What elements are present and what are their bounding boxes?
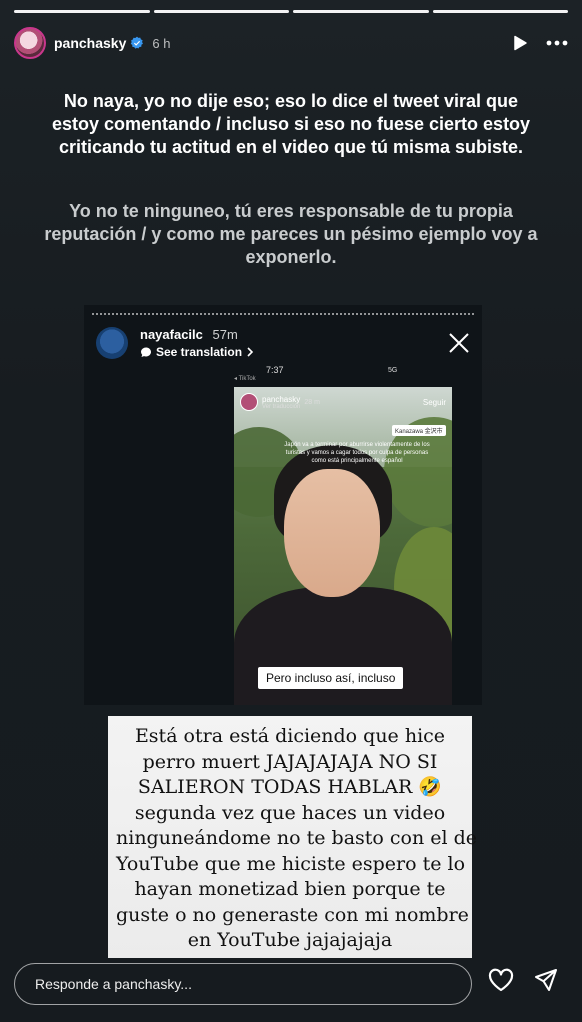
heart-icon[interactable] xyxy=(488,968,514,992)
inner-caption: Japón va a terminar por aburrirse violen… xyxy=(284,442,430,464)
quoted-line: SALIERON TODAS HABLAR 🤣 xyxy=(137,776,443,798)
inner-username: panchasky xyxy=(262,394,301,404)
translate-bubble-icon xyxy=(140,347,151,357)
story-secondary-text: Yo no te ninguneo, tú eres responsable d… xyxy=(44,201,538,267)
see-translation-label: See translation xyxy=(156,345,243,359)
tiktok-back-label: ◂ TikTok xyxy=(234,376,256,382)
more-options-icon[interactable] xyxy=(546,40,568,46)
reply-input[interactable]: Responde a panchasky... xyxy=(14,963,472,1005)
quoted-line: en YouTube jajajajaja xyxy=(187,929,393,951)
signal-indicator: 5G xyxy=(388,367,398,374)
story-header: panchasky 6 h xyxy=(14,26,568,60)
reply-placeholder: Responde a panchasky... xyxy=(35,976,192,992)
screenshot-progress xyxy=(92,313,474,315)
location-tag: Kanazawa 金沢市 xyxy=(392,425,446,436)
play-icon[interactable] xyxy=(512,35,528,51)
progress-segment xyxy=(153,10,289,13)
quoted-line: guste o no generaste con mi nombre xyxy=(116,903,469,926)
quoted-message-card: Está otra está diciendo que hice perro m… xyxy=(108,716,478,958)
inner-subtitle: Ver traducción xyxy=(262,403,301,410)
inner-follow: Seguir xyxy=(422,397,446,407)
post-time: 6 h xyxy=(152,35,171,51)
quoted-line: YouTube que me hiciste espero te lo xyxy=(116,852,466,875)
overlay-caption: Pero incluso así, incluso xyxy=(258,667,404,689)
story-progress xyxy=(14,10,568,13)
quoted-line: ninguneándome no te basto con el de xyxy=(116,827,478,849)
screenshot-username: nayafacilc xyxy=(140,327,203,342)
close-icon xyxy=(449,333,469,353)
progress-segment xyxy=(293,10,429,13)
quoted-line: Está otra está diciendo que hice xyxy=(134,725,446,747)
avatar[interactable] xyxy=(14,27,46,59)
story-viewer: panchasky 6 h No naya, yo no dije eso; e… xyxy=(0,0,582,1022)
quoted-line: segunda vez que haces un video xyxy=(134,801,446,824)
verified-badge-icon xyxy=(131,36,144,49)
screenshot-header: nayafacilc 57m See translation xyxy=(96,323,470,363)
story-main-text: No naya, yo no dije eso; eso lo dice el … xyxy=(51,91,531,157)
quoted-line: hayan monetizad bien porque te xyxy=(134,878,446,900)
progress-segment xyxy=(432,10,568,13)
status-time: 7:37 xyxy=(266,365,284,375)
username[interactable]: panchasky xyxy=(54,35,126,51)
progress-segment xyxy=(14,10,150,13)
screenshot-avatar xyxy=(96,327,128,359)
screenshot-status-bar: 7:37 ◂ TikTok 5G xyxy=(84,365,482,385)
embedded-screenshot: nayafacilc 57m See translation 7:37 ◂ Ti… xyxy=(84,305,482,705)
person-face xyxy=(284,469,380,597)
inner-time: 28 m xyxy=(304,398,320,406)
quoted-line: perro muert JAJAJAJAJA NO SI xyxy=(142,750,438,773)
screenshot-time: 57m xyxy=(212,327,238,342)
send-icon[interactable] xyxy=(534,968,558,992)
chevron-right-icon xyxy=(247,347,254,357)
screenshot-video-frame: panchasky Ver traducción 28 m Seguir Kan… xyxy=(234,387,452,705)
